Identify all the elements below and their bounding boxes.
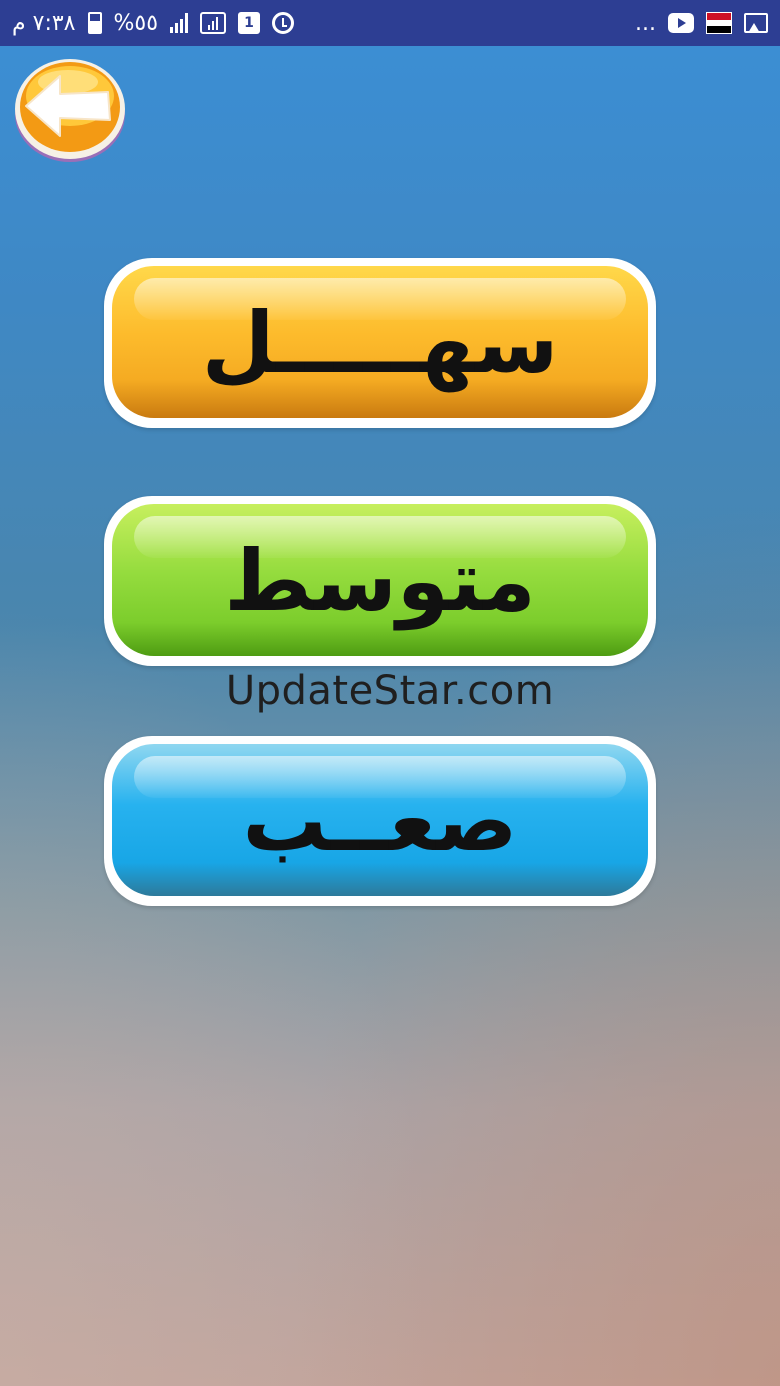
medium-label: متوسط (224, 532, 536, 630)
medium-level-button[interactable]: متوسط (104, 496, 656, 666)
notification-icon: 1 (238, 12, 261, 34)
battery-icon (87, 12, 102, 34)
notification-count: 1 (244, 15, 254, 31)
hard-level-button[interactable]: صعــب (104, 736, 656, 906)
status-right: ... (635, 11, 768, 36)
signal-icon (170, 13, 189, 33)
watermark-text: UpdateStar.com (225, 668, 555, 714)
easy-label: سهـــــل (201, 294, 559, 392)
status-bar: ٧:٣٨ م %٥٥ 1 ... (0, 0, 780, 46)
youtube-icon (668, 13, 694, 33)
status-left: ٧:٣٨ م %٥٥ 1 (12, 10, 295, 36)
back-arrow-icon (15, 59, 125, 162)
egypt-flag-icon (706, 12, 732, 34)
easy-level-button[interactable]: سهـــــل (104, 258, 656, 428)
alarm-icon (272, 12, 295, 34)
data-icon (200, 12, 227, 34)
status-battery: %٥٥ (113, 10, 159, 36)
hard-label: صعــب (242, 772, 518, 870)
status-time: ٧:٣٨ م (12, 10, 76, 36)
back-button[interactable] (12, 52, 128, 164)
image-icon (744, 13, 768, 33)
status-overflow: ... (635, 10, 656, 36)
